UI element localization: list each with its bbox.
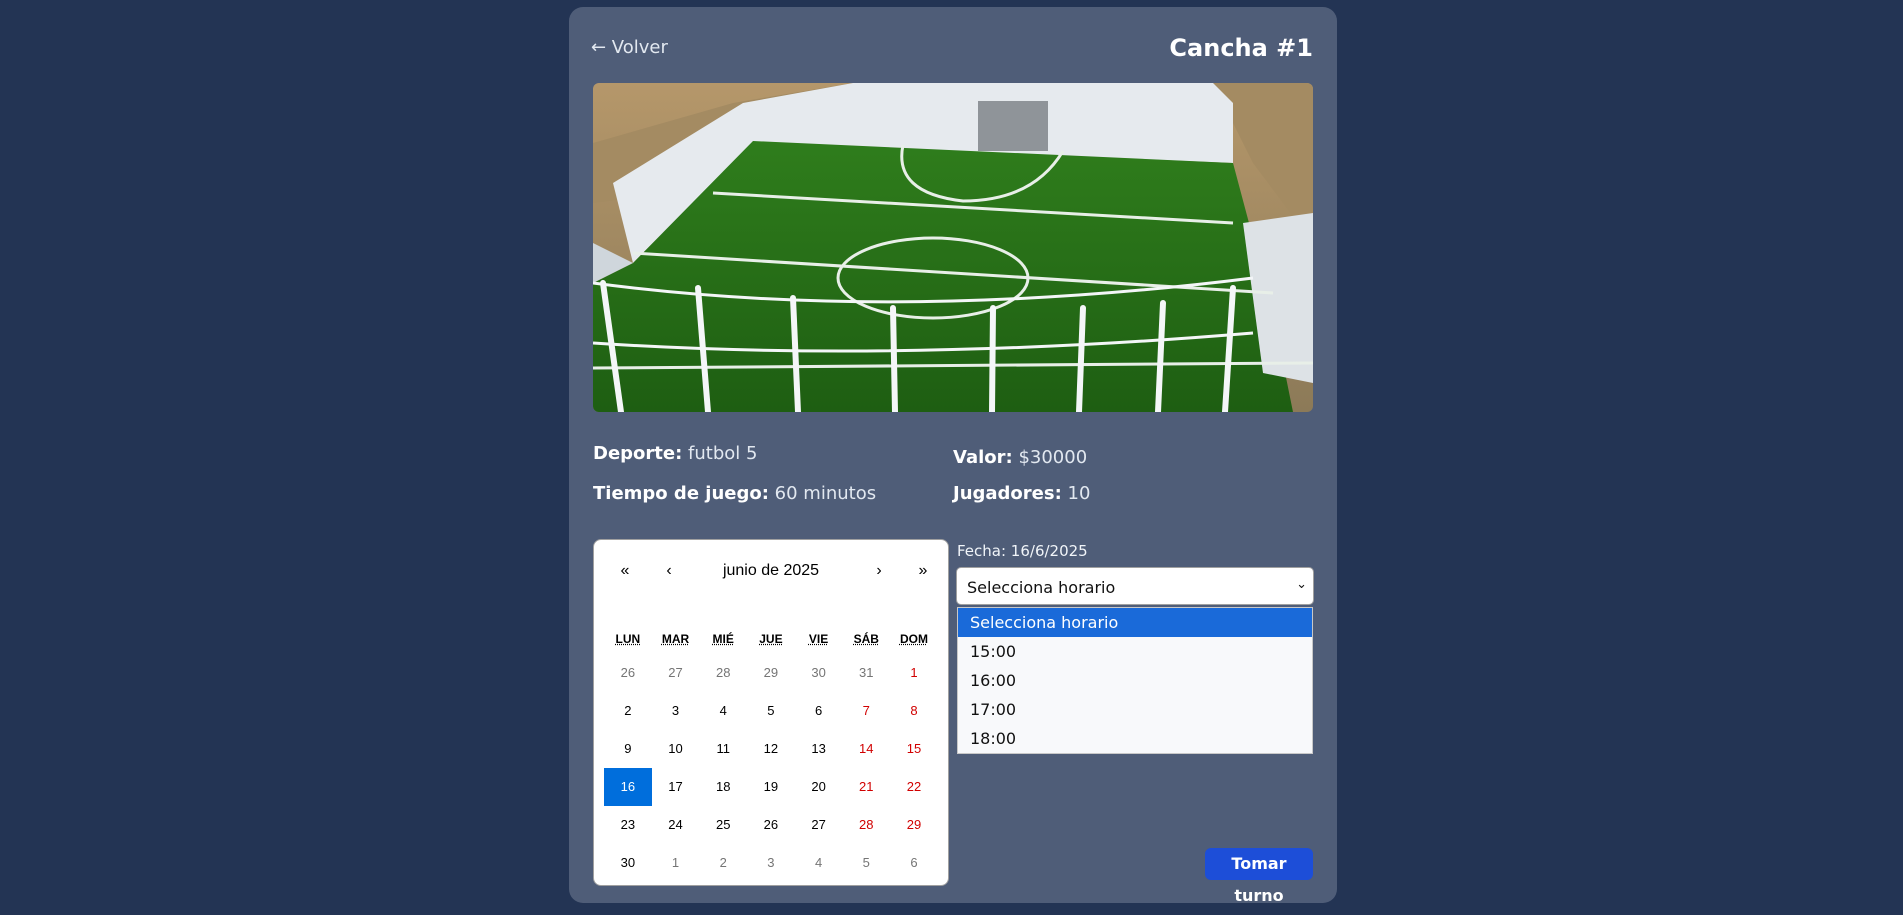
calendar-day[interactable]: 15 [890,730,938,768]
weekday-header: JUE [759,632,783,646]
calendar-day[interactable]: 25 [699,806,747,844]
calendar-day[interactable]: 4 [699,692,747,730]
horario-option[interactable]: 17:00 [958,695,1312,724]
calendar-day[interactable]: 26 [747,806,795,844]
horario-option[interactable]: 15:00 [958,637,1312,666]
deporte-label: Deporte: [593,443,683,464]
jugadores-info: Jugadores: 10 [953,483,1090,504]
next-year-button[interactable]: » [908,562,938,580]
court-photo [593,83,1313,412]
horario-dropdown: Selecciona horario 15:00 16:00 17:00 18:00 [957,607,1313,754]
calendar-day[interactable]: 29 [747,654,795,692]
tiempo-info: Tiempo de juego: 60 minutos [593,483,876,504]
calendar-day[interactable]: 2 [699,844,747,882]
calendar-day[interactable]: 27 [795,806,843,844]
calendar-day[interactable]: 28 [842,806,890,844]
tomar-turno-button[interactable]: Tomar turno [1205,848,1313,905]
calendar-day[interactable]: 8 [890,692,938,730]
calendar-month-label[interactable]: junio de 2025 [594,562,948,580]
calendar-day[interactable]: 19 [747,768,795,806]
calendar-day[interactable]: 2 [604,692,652,730]
calendar-day[interactable]: 23 [604,806,652,844]
calendar-day[interactable]: 1 [652,844,700,882]
calendar-day[interactable]: 24 [652,806,700,844]
deporte-info: Deporte: futbol 5 [593,443,757,464]
tiempo-value: 60 minutos [774,483,877,504]
next-month-button[interactable]: › [864,562,894,580]
deporte-value: futbol 5 [688,443,758,464]
calendar-day[interactable]: 5 [747,692,795,730]
calendar-day[interactable]: 1 [890,654,938,692]
calendar-day[interactable]: 17 [652,768,700,806]
calendar-day[interactable]: 4 [795,844,843,882]
jugadores-label: Jugadores: [953,483,1062,504]
calendar-day[interactable]: 12 [747,730,795,768]
calendar-day[interactable]: 22 [890,768,938,806]
calendar-day[interactable]: 16 [604,768,652,806]
weekday-header: VIE [808,632,829,646]
calendar-day[interactable]: 31 [842,654,890,692]
weekday-header: DOM [899,632,928,646]
calendar-day[interactable]: 28 [699,654,747,692]
calendar-day[interactable]: 20 [795,768,843,806]
chevron-down-icon: ⌄ [1296,577,1307,592]
calendar-day[interactable]: 3 [652,692,700,730]
horario-option[interactable]: 16:00 [958,666,1312,695]
calendar-day[interactable]: 21 [842,768,890,806]
calendar: « ‹ junio de 2025 › » LUN MAR MIÉ JUE VIE SÁB… [593,539,949,886]
calendar-day[interactable]: 11 [699,730,747,768]
calendar-day[interactable]: 6 [890,844,938,882]
calendar-day[interactable]: 7 [842,692,890,730]
weekday-header: MAR [661,632,690,646]
page-title: Cancha #1 [1169,34,1313,62]
calendar-day[interactable]: 30 [795,654,843,692]
valor-info: Valor: $30000 [953,447,1087,468]
back-link[interactable]: ← Volver [591,37,668,58]
calendar-grid: LUN MAR MIÉ JUE VIE SÁB DOM 26 27 28 29 30 31 1 2 3 4 5 6 7… [604,624,938,882]
weekday-header: MIÉ [712,632,734,646]
tiempo-label: Tiempo de juego: [593,483,769,504]
calendar-day[interactable]: 30 [604,844,652,882]
valor-label: Valor: [953,447,1013,468]
calendar-day[interactable]: 9 [604,730,652,768]
weekday-header: LUN [615,632,641,646]
calendar-day[interactable]: 10 [652,730,700,768]
court-card: ← Volver Cancha #1 Deporte: futbol 5 Val… [569,7,1337,905]
calendar-day[interactable]: 14 [842,730,890,768]
calendar-day[interactable]: 27 [652,654,700,692]
calendar-day[interactable]: 3 [747,844,795,882]
calendar-day[interactable]: 29 [890,806,938,844]
horario-select[interactable]: Selecciona horario ⌄ [956,567,1314,605]
horario-option[interactable]: Selecciona horario [958,608,1312,637]
valor-value: $30000 [1018,447,1088,468]
horario-select-value: Selecciona horario [967,578,1116,597]
horario-option[interactable]: 18:00 [958,724,1312,753]
calendar-day[interactable]: 18 [699,768,747,806]
calendar-day[interactable]: 5 [842,844,890,882]
calendar-day[interactable]: 13 [795,730,843,768]
fecha-label: Fecha: 16/6/2025 [957,542,1088,560]
jugadores-value: 10 [1067,483,1091,504]
calendar-day[interactable]: 6 [795,692,843,730]
weekday-header: SÁB [853,632,879,646]
calendar-day[interactable]: 26 [604,654,652,692]
